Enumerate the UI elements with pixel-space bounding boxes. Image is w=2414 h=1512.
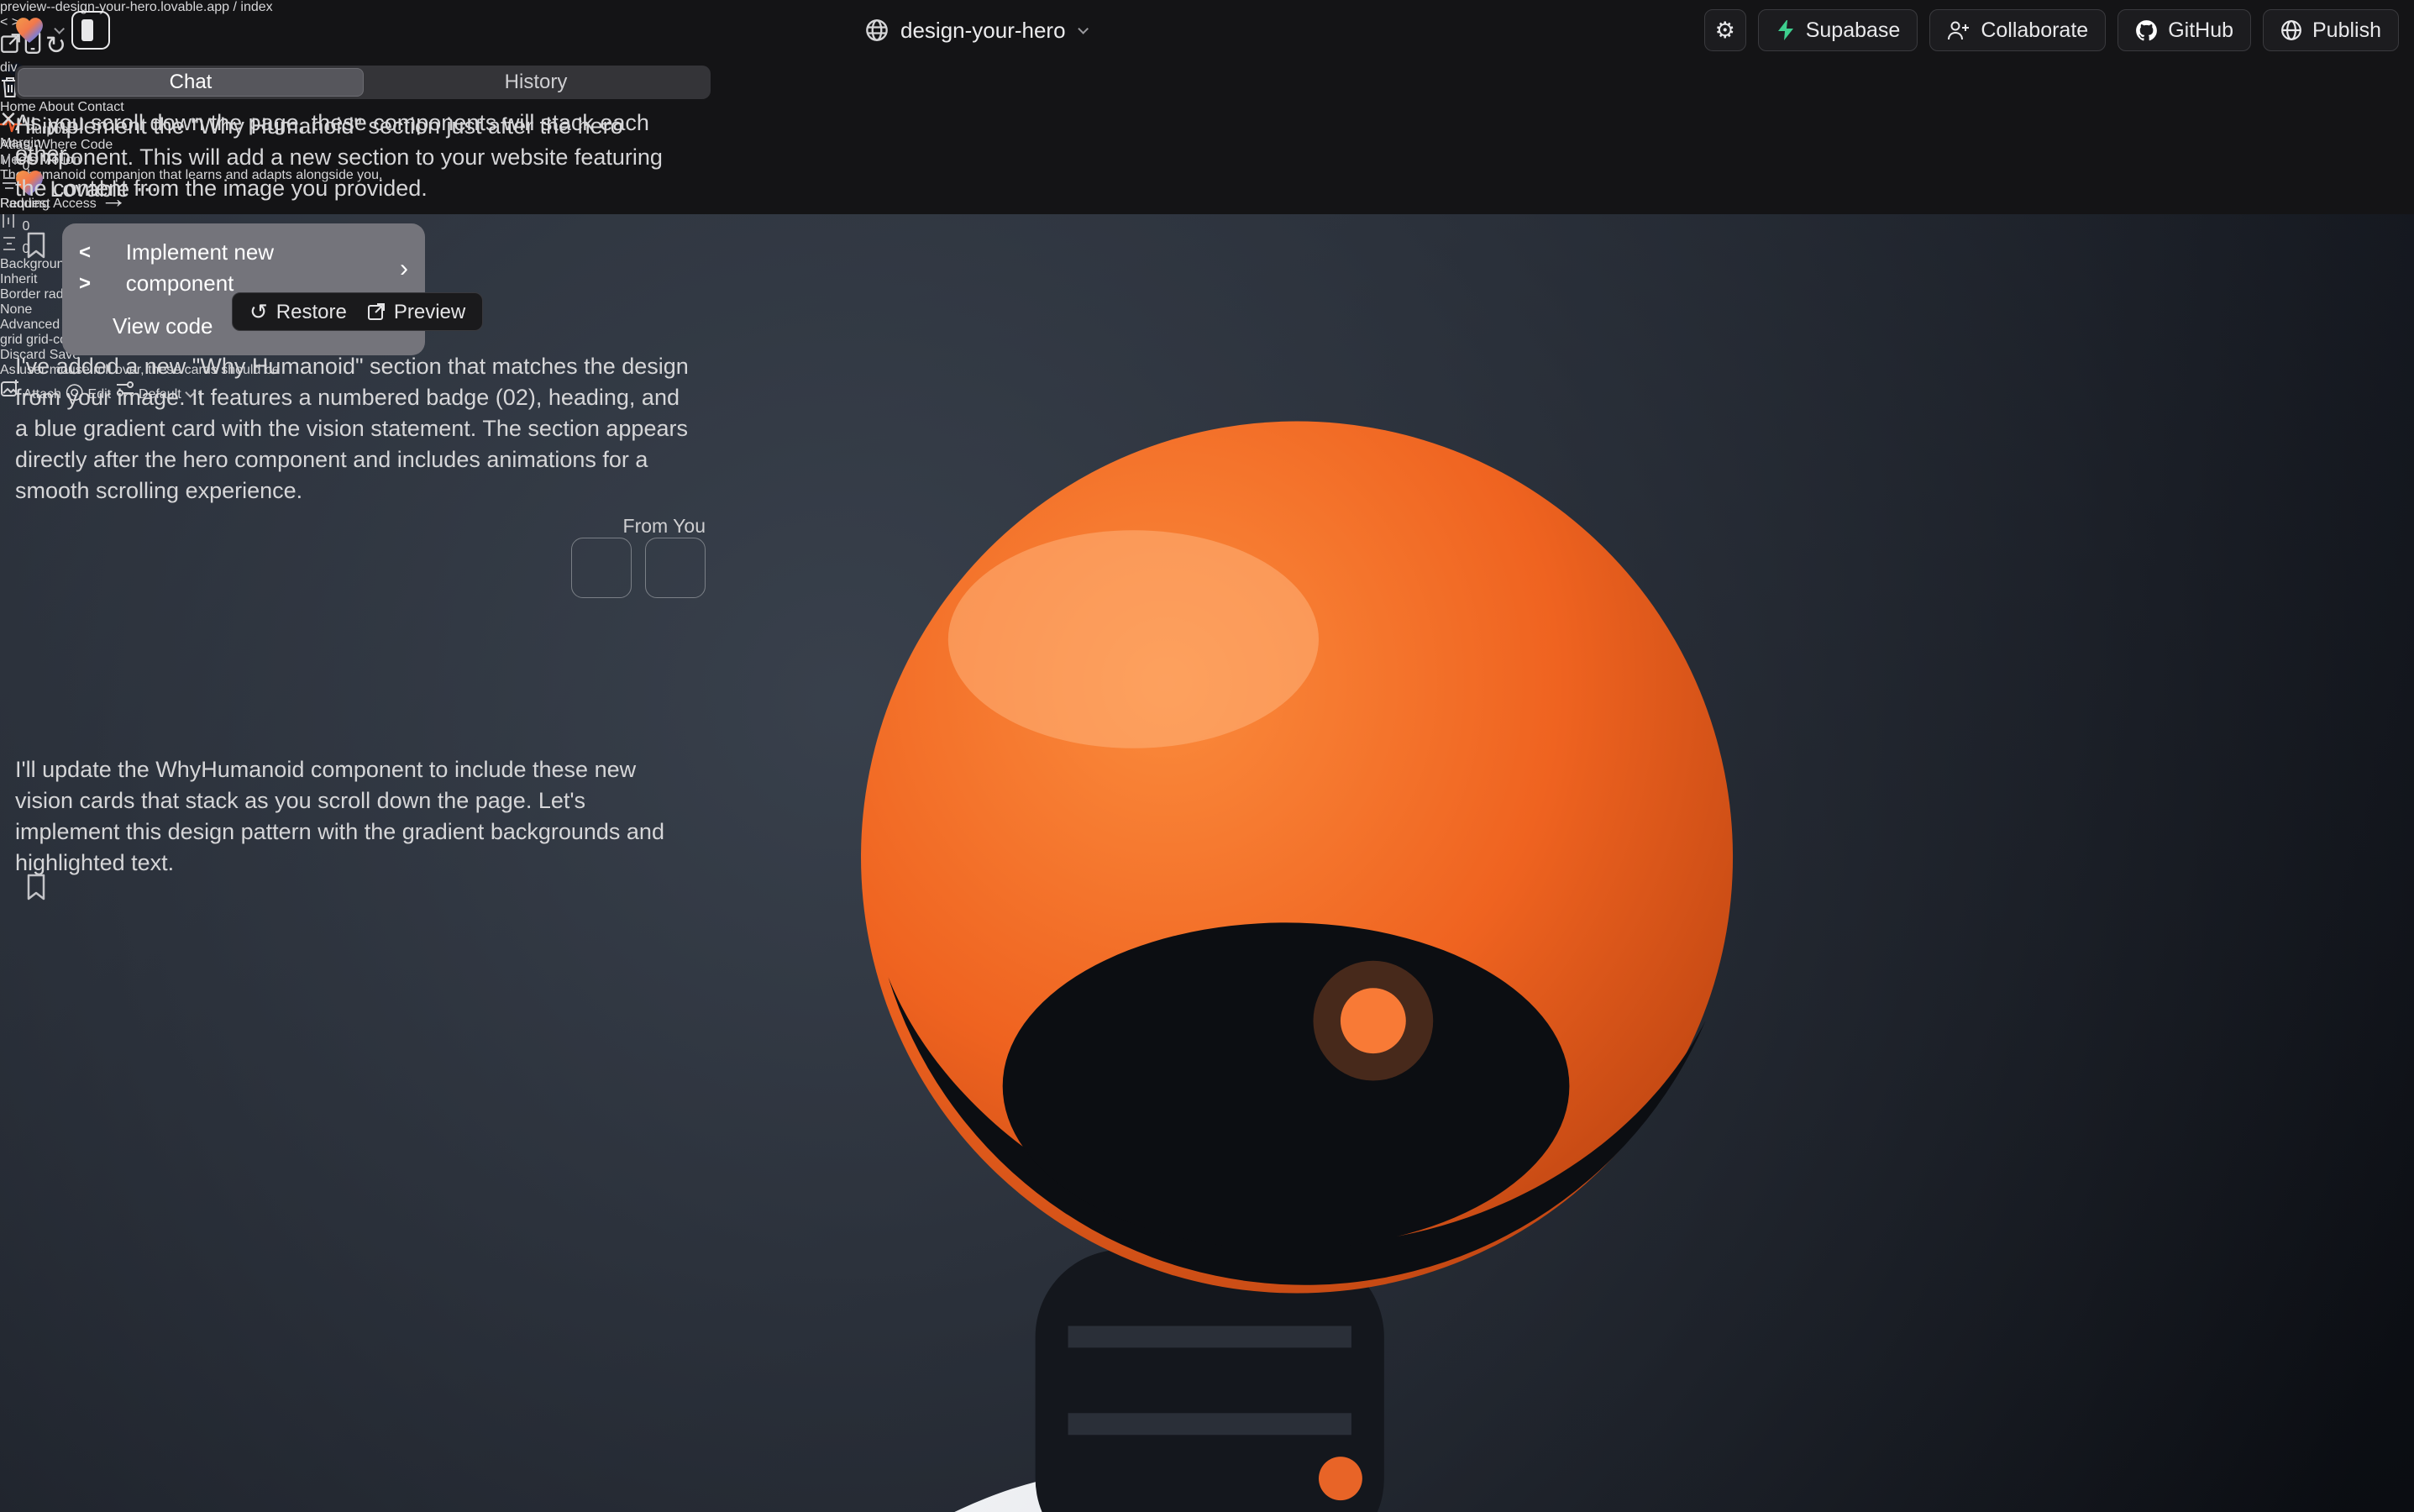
project-switcher[interactable]: design-your-hero bbox=[865, 0, 1085, 60]
code-icon: < > bbox=[79, 237, 114, 299]
collaborate-icon bbox=[1947, 19, 1971, 41]
github-icon bbox=[2135, 19, 2158, 42]
tab-chat[interactable]: Chat bbox=[18, 68, 364, 97]
supabase-button[interactable]: Supabase bbox=[1758, 9, 1918, 51]
attachment-thumbnails bbox=[571, 538, 706, 598]
attachment-image-orange[interactable] bbox=[645, 538, 706, 598]
globe-icon bbox=[865, 18, 889, 42]
collaborate-button[interactable]: Collaborate bbox=[1929, 9, 2106, 51]
chat-pane: Chat History I'll implement the "Why Hum… bbox=[0, 60, 722, 1512]
supabase-label: Supabase bbox=[1806, 18, 1901, 43]
github-label: GitHub bbox=[2168, 18, 2233, 43]
publish-button[interactable]: Publish bbox=[2263, 9, 2399, 51]
attachment-image-blue[interactable] bbox=[571, 538, 632, 598]
chevron-right-icon: › bbox=[400, 253, 408, 284]
collaborate-label: Collaborate bbox=[1981, 18, 2088, 43]
version-actions: ↺ Restore Preview bbox=[232, 292, 483, 331]
restore-icon: ↺ bbox=[249, 297, 268, 328]
bookmark-icon[interactable] bbox=[25, 874, 47, 900]
assistant-message: I'll update the WhyHumanoid component to… bbox=[15, 754, 690, 879]
assistant-message: I've added a new "Why Humanoid" section … bbox=[15, 351, 690, 507]
settings-button[interactable]: ⚙ bbox=[1704, 9, 1746, 51]
external-link-icon bbox=[367, 302, 386, 321]
logo-menu-chevron-icon[interactable] bbox=[54, 24, 65, 34]
chat-history-tabs: Chat History bbox=[15, 66, 711, 99]
project-name: design-your-hero bbox=[900, 18, 1066, 44]
publish-label: Publish bbox=[2312, 18, 2381, 43]
topbar: design-your-hero ⚙ Supabase Collaborate bbox=[0, 0, 2414, 60]
project-chevron-icon bbox=[1078, 24, 1089, 34]
github-button[interactable]: GitHub bbox=[2117, 9, 2251, 51]
lovable-logo-icon[interactable] bbox=[15, 17, 44, 44]
close-icon: × bbox=[0, 103, 17, 135]
preview-button[interactable]: Preview bbox=[367, 297, 465, 328]
app-window: design-your-hero ⚙ Supabase Collaborate bbox=[0, 0, 2414, 1512]
restore-label: Restore bbox=[276, 297, 347, 328]
sidebar-toggle-icon bbox=[81, 19, 93, 41]
gear-icon: ⚙ bbox=[1715, 18, 1735, 44]
implement-component-card[interactable]: < > Implement new component › View code bbox=[62, 223, 425, 355]
component-card-title: Implement new component bbox=[126, 237, 376, 299]
chat-messages: I'll implement the "Why Humanoid" sectio… bbox=[15, 108, 711, 1512]
restore-button[interactable]: ↺ Restore bbox=[249, 297, 347, 328]
toggle-sidebar-button[interactable] bbox=[71, 11, 110, 50]
preview-label: Preview bbox=[394, 297, 465, 328]
bookmark-icon[interactable] bbox=[25, 232, 47, 259]
publish-globe-icon bbox=[2280, 19, 2302, 41]
supabase-icon bbox=[1776, 19, 1796, 41]
tab-history[interactable]: History bbox=[364, 68, 708, 97]
assistant-message: I'll implement the "Why Humanoid" sectio… bbox=[15, 111, 690, 204]
